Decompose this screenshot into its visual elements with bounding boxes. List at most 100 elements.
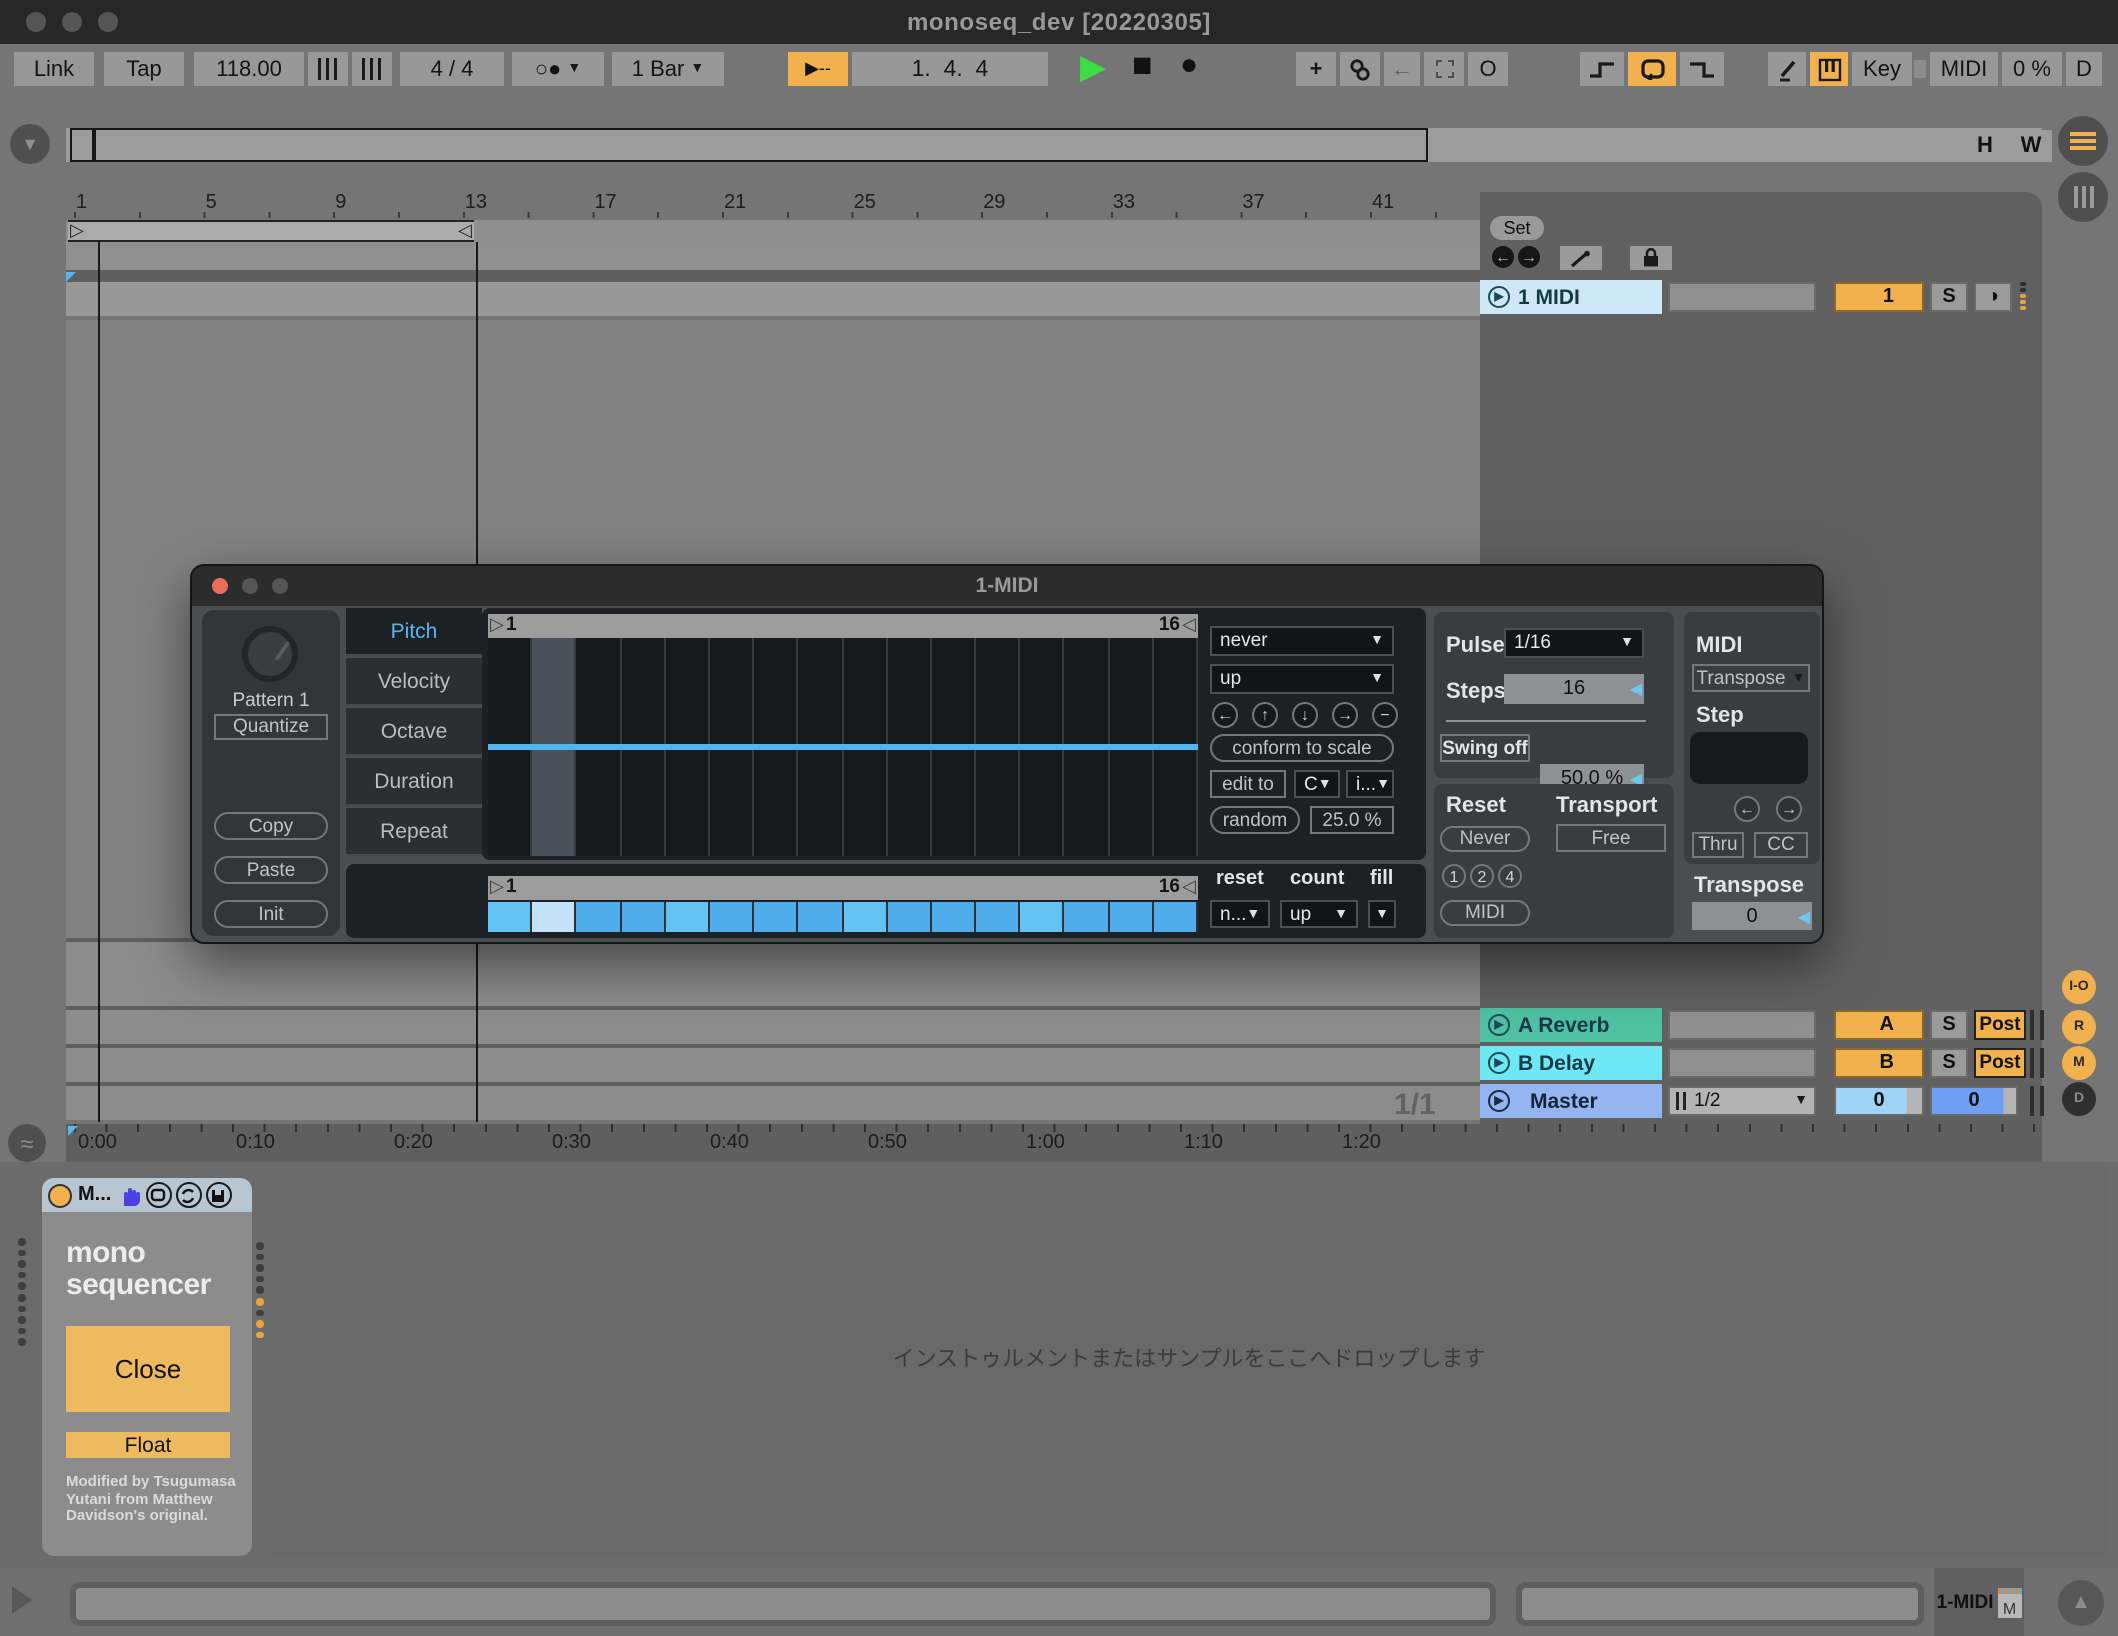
direction-select[interactable]: up ▼ bbox=[1210, 664, 1394, 694]
gate-fill-select[interactable]: ▼ bbox=[1368, 900, 1396, 928]
follow-button[interactable]: ▶-- bbox=[788, 52, 848, 86]
punch-out-button[interactable] bbox=[1680, 52, 1724, 86]
quantize-menu[interactable]: 1 Bar▼ bbox=[612, 52, 724, 86]
gate-step[interactable] bbox=[488, 902, 532, 932]
init-button[interactable]: Init bbox=[214, 900, 328, 928]
monoseq-device[interactable]: M... mono sequencer Close Float Modified… bbox=[42, 1178, 252, 1556]
transport-free-button[interactable]: Free bbox=[1556, 824, 1666, 852]
gate-step[interactable] bbox=[577, 902, 621, 932]
gate-step[interactable] bbox=[976, 902, 1020, 932]
set-button[interactable]: Set bbox=[1490, 216, 1544, 240]
prev-marker-button[interactable]: ← bbox=[1492, 246, 1514, 268]
copy-button[interactable]: Copy bbox=[214, 812, 328, 840]
overview-viewport-box[interactable] bbox=[70, 128, 1428, 162]
random-button[interactable]: random bbox=[1210, 806, 1300, 834]
track-play-icon[interactable]: ▶ bbox=[1488, 1014, 1510, 1036]
master-lane[interactable] bbox=[66, 1086, 1480, 1120]
minus-button[interactable]: − bbox=[1372, 702, 1398, 728]
gate-step[interactable] bbox=[532, 902, 576, 932]
play-button[interactable]: ▶ bbox=[1080, 48, 1106, 88]
midi-map-button[interactable]: MIDI bbox=[1930, 52, 1998, 86]
root-note-select[interactable]: C ▼ bbox=[1294, 770, 1340, 798]
gate-step[interactable] bbox=[1065, 902, 1109, 932]
gate-count-select[interactable]: up ▼ bbox=[1280, 900, 1358, 928]
draw-automation-button[interactable] bbox=[1560, 246, 1602, 270]
marquee-mode-button[interactable] bbox=[1424, 52, 1464, 86]
tab-duration[interactable]: Duration bbox=[346, 758, 482, 806]
status-message-box[interactable] bbox=[70, 1582, 1496, 1626]
float-window-titlebar[interactable]: 1-MIDI bbox=[192, 566, 1822, 606]
gate-reset-select[interactable]: n... ▼ bbox=[1210, 900, 1270, 928]
time-ruler[interactable]: 0:000:100:200:300:400:501:001:101:20 bbox=[66, 1124, 2042, 1162]
master-volume-slider[interactable]: 0 bbox=[1930, 1086, 2018, 1116]
loop-end-handle[interactable]: ◁ bbox=[458, 220, 472, 242]
post-button[interactable]: Post bbox=[1974, 1048, 2026, 1078]
step-next-button[interactable]: → bbox=[1776, 796, 1802, 822]
close-editor-button[interactable]: Close bbox=[66, 1326, 230, 1412]
send-b-box[interactable]: B bbox=[1834, 1048, 1924, 1078]
reset-midi-button[interactable]: MIDI bbox=[1440, 900, 1530, 926]
gate-step[interactable] bbox=[799, 902, 843, 932]
track-play-icon[interactable]: ▶ bbox=[1488, 1052, 1510, 1074]
pitch-range-bar[interactable]: ▷ 1 16 ◁ bbox=[488, 614, 1198, 638]
reset-2-button[interactable]: 2 bbox=[1470, 864, 1494, 888]
pattern-knob[interactable] bbox=[242, 626, 298, 682]
arrangement-overview[interactable] bbox=[66, 128, 2042, 162]
range-open-icon[interactable]: ▷ bbox=[490, 876, 504, 898]
range-close-icon[interactable]: ◁ bbox=[1182, 614, 1196, 636]
loop-start-handle[interactable]: ▷ bbox=[70, 220, 84, 242]
lanes-view-button[interactable] bbox=[2058, 172, 2108, 222]
tab-repeat[interactable]: Repeat bbox=[346, 808, 482, 856]
record-button[interactable]: ● bbox=[1180, 48, 1198, 82]
return-a-lane[interactable] bbox=[66, 1010, 1480, 1044]
show-returns-button[interactable]: R bbox=[2062, 1010, 2096, 1044]
midi-mode-select[interactable]: Transpose ▼ bbox=[1692, 664, 1810, 692]
reset-1-button[interactable]: 1 bbox=[1442, 864, 1466, 888]
track-display-box[interactable] bbox=[1668, 1048, 1816, 1078]
height-zoom-button[interactable]: H bbox=[1964, 130, 2006, 162]
reset-4-button[interactable]: 4 bbox=[1498, 864, 1522, 888]
expand-panel-button[interactable]: ▲ bbox=[2058, 1580, 2104, 1626]
device-on-toggle[interactable] bbox=[48, 1183, 72, 1207]
map-mode-button[interactable] bbox=[145, 1182, 171, 1208]
device-header[interactable]: M... bbox=[42, 1178, 252, 1212]
capture-midi-button[interactable]: O bbox=[1468, 52, 1508, 86]
transpose-slider[interactable]: 0 ◀ bbox=[1692, 902, 1812, 930]
stop-button[interactable]: ■ bbox=[1132, 46, 1153, 86]
nudge-down-button[interactable] bbox=[308, 52, 348, 86]
gate-step[interactable] bbox=[887, 902, 931, 932]
reset-never-button[interactable]: Never bbox=[1440, 826, 1530, 852]
track-display-box[interactable] bbox=[1668, 1010, 1816, 1040]
width-zoom-button[interactable]: W bbox=[2010, 130, 2052, 162]
paste-button[interactable]: Paste bbox=[214, 856, 328, 884]
gate-step[interactable] bbox=[666, 902, 710, 932]
back-to-arrangement-button[interactable]: ← bbox=[1384, 52, 1420, 86]
shift-down-button[interactable]: ↓ bbox=[1292, 702, 1318, 728]
tap-tempo-button[interactable]: Tap bbox=[104, 52, 184, 86]
midi-channel-box[interactable]: 1 bbox=[1834, 282, 1924, 312]
scale-select[interactable]: i... ▼ bbox=[1346, 770, 1394, 798]
mini-window-icon[interactable]: M bbox=[1998, 1587, 2022, 1617]
return-b-lane[interactable] bbox=[66, 1048, 1480, 1082]
metronome-button[interactable]: ○●▼ bbox=[512, 52, 604, 86]
hamburger-menu-button[interactable] bbox=[2058, 116, 2108, 166]
solo-button[interactable]: S bbox=[1930, 1010, 1968, 1040]
pitch-step-grid[interactable] bbox=[488, 638, 1198, 856]
midi-track-lane[interactable] bbox=[66, 282, 1480, 316]
track-name-return-a[interactable]: ▶ A Reverb bbox=[1480, 1008, 1662, 1042]
show-mixer-button[interactable]: M bbox=[2062, 1046, 2096, 1080]
pulse-select[interactable]: 1/16 ▼ bbox=[1504, 628, 1644, 658]
track-row-master[interactable]: ▶ Master 1/2 ▼ 0 0 bbox=[1480, 1084, 2042, 1118]
show-io-button[interactable]: I-O bbox=[2062, 970, 2096, 1004]
start-marker-icon[interactable] bbox=[66, 272, 76, 282]
gate-range-bar[interactable]: ▷ 1 16 ◁ bbox=[488, 876, 1198, 900]
range-close-icon[interactable]: ◁ bbox=[1182, 876, 1196, 898]
shift-right-button[interactable]: → bbox=[1332, 702, 1358, 728]
swing-toggle[interactable]: Swing off bbox=[1440, 734, 1530, 762]
track-name-midi[interactable]: ▶ 1 MIDI bbox=[1480, 280, 1662, 314]
punch-in-button[interactable] bbox=[1580, 52, 1624, 86]
shift-up-button[interactable]: ↑ bbox=[1252, 702, 1278, 728]
save-button[interactable] bbox=[205, 1182, 231, 1208]
edit-to-button[interactable]: edit to bbox=[1210, 770, 1286, 798]
device-drag-handle[interactable] bbox=[18, 1238, 28, 1358]
